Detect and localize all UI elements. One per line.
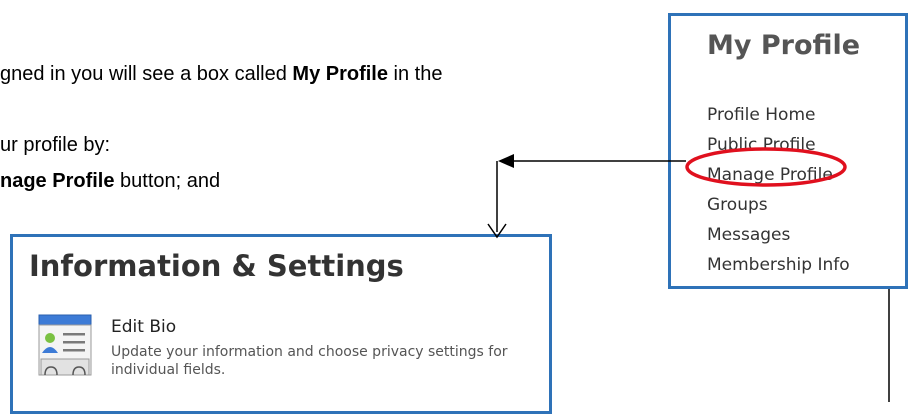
arrow-head-left	[498, 154, 514, 168]
manage-profile-highlight-ellipse	[685, 147, 847, 187]
annotation-overlay	[487, 147, 890, 402]
